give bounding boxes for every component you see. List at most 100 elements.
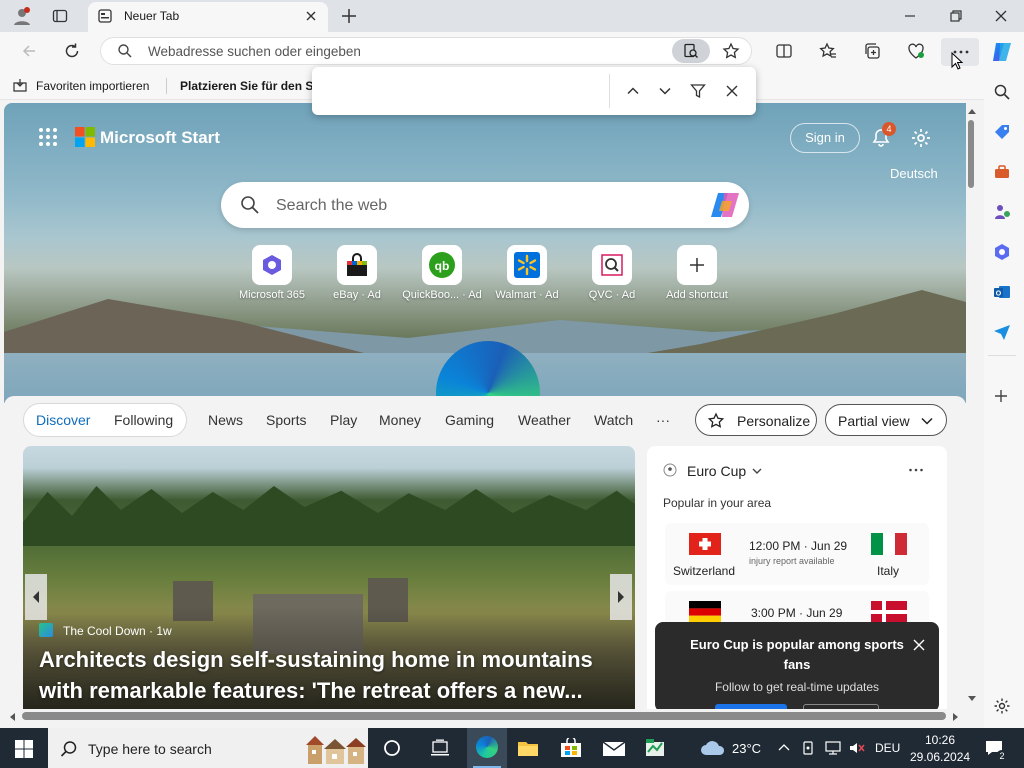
nav-play[interactable]: Play xyxy=(330,412,357,428)
shortcut-microsoft365[interactable] xyxy=(252,245,292,285)
web-search-icon xyxy=(240,195,260,215)
shortcut-label: eBay · Ad xyxy=(333,289,381,301)
cortana-icon[interactable] xyxy=(383,739,401,757)
card-subtitle: Popular in your area xyxy=(663,496,772,510)
import-favorites-icon xyxy=(12,77,28,93)
favorites-icon[interactable] xyxy=(819,42,837,60)
horizontal-scroll-thumb[interactable] xyxy=(22,712,946,720)
carousel-prev-button[interactable] xyxy=(25,574,47,620)
toast-close-icon[interactable] xyxy=(912,638,926,652)
notification-count-badge: 4 xyxy=(882,122,896,136)
network-icon[interactable] xyxy=(824,740,842,756)
card-more-icon[interactable] xyxy=(908,467,924,473)
nav-weather[interactable]: Weather xyxy=(518,412,571,428)
find-input[interactable] xyxy=(322,77,602,105)
profile-icon[interactable] xyxy=(12,6,32,26)
browser-essentials-icon[interactable] xyxy=(907,42,925,60)
windows-start-icon[interactable] xyxy=(15,740,33,758)
vertical-scroll-thumb[interactable] xyxy=(968,120,974,188)
sidebar-microsoft365-icon[interactable] xyxy=(993,243,1011,261)
favorites-import-link[interactable]: Favoriten importieren xyxy=(36,79,149,93)
language-label[interactable]: Deutsch xyxy=(890,166,938,181)
favorites-tip-text[interactable]: Platzieren Sie für den Sc xyxy=(180,79,320,93)
shortcut-ebay[interactable] xyxy=(337,245,377,285)
find-filter-icon[interactable] xyxy=(690,83,706,99)
tab-following[interactable]: Following xyxy=(114,412,173,428)
shortcut-label: Walmart · Ad xyxy=(495,289,559,301)
sidebar-tools-icon[interactable] xyxy=(993,163,1011,181)
close-window-icon[interactable] xyxy=(993,8,1009,24)
volume-muted-icon[interactable] xyxy=(848,740,866,756)
sidebar-settings-icon[interactable] xyxy=(993,697,1011,715)
task-view-icon[interactable] xyxy=(430,739,450,757)
card-title[interactable]: Euro Cup xyxy=(687,463,746,479)
clock-time[interactable]: 10:26 xyxy=(925,733,955,747)
sidebar-drop-icon[interactable] xyxy=(993,323,1011,341)
sidebar-games-icon[interactable] xyxy=(993,203,1011,221)
shortcut-label: QuickBoo... · Ad xyxy=(402,289,482,301)
page-settings-gear-icon[interactable] xyxy=(910,127,932,149)
refresh-icon[interactable] xyxy=(63,42,81,60)
find-close-icon[interactable] xyxy=(725,84,739,98)
taskbar-edge-button[interactable] xyxy=(467,728,507,768)
find-divider xyxy=(609,74,610,108)
sidebar-add-icon[interactable] xyxy=(993,388,1009,404)
file-explorer-icon[interactable] xyxy=(517,738,539,758)
close-tab-icon[interactable] xyxy=(304,9,318,23)
clock-date[interactable]: 29.06.2024 xyxy=(910,750,970,764)
scroll-right-arrow-icon[interactable] xyxy=(952,712,960,722)
match-note: injury report available xyxy=(749,556,835,566)
shortcut-walmart[interactable] xyxy=(507,245,547,285)
spreadsheet-app-icon[interactable] xyxy=(644,738,666,758)
show-hidden-icons-chevron-icon[interactable] xyxy=(778,742,790,754)
input-language[interactable]: DEU xyxy=(875,741,900,755)
find-next-icon[interactable] xyxy=(658,84,672,98)
restore-icon[interactable] xyxy=(948,8,964,24)
shortcut-qvc[interactable] xyxy=(592,245,632,285)
nav-news[interactable]: News xyxy=(208,412,243,428)
copilot-search-icon[interactable] xyxy=(710,191,740,219)
nav-more[interactable]: ··· xyxy=(656,412,670,428)
article-source[interactable]: The Cool Down · 1w xyxy=(63,624,172,638)
mail-icon[interactable] xyxy=(602,740,626,758)
vertical-scrollbar[interactable] xyxy=(966,103,978,709)
tab-actions-icon[interactable] xyxy=(52,8,68,24)
carousel-next-button[interactable] xyxy=(610,574,632,620)
web-search-placeholder: Search the web xyxy=(276,197,388,214)
add-shortcut-button[interactable] xyxy=(677,245,717,285)
scroll-up-arrow-icon[interactable] xyxy=(967,107,977,115)
apps-grid-icon[interactable] xyxy=(38,127,58,147)
copilot-icon[interactable] xyxy=(990,40,1014,64)
find-on-page-button[interactable] xyxy=(672,39,710,63)
card-chevron-down-icon[interactable] xyxy=(751,465,763,477)
meet-now-icon[interactable] xyxy=(801,740,817,756)
sign-in-button[interactable]: Sign in xyxy=(790,123,860,153)
shortcut-quickbooks[interactable]: qb xyxy=(422,245,462,285)
collections-icon[interactable] xyxy=(863,42,881,60)
new-tab-plus-icon[interactable] xyxy=(340,7,358,25)
weather-cloud-icon xyxy=(700,739,726,757)
microsoft-store-icon[interactable] xyxy=(560,738,582,758)
scroll-down-arrow-icon[interactable] xyxy=(967,695,977,703)
nav-watch[interactable]: Watch xyxy=(594,412,633,428)
notification-count: 2 xyxy=(996,750,1008,762)
sidebar-outlook-icon[interactable]: O xyxy=(993,283,1011,301)
article-title[interactable]: Architects design self-sustaining home i… xyxy=(39,644,629,706)
article-treeline xyxy=(23,486,635,546)
nav-sports[interactable]: Sports xyxy=(266,412,306,428)
back-icon[interactable] xyxy=(20,42,38,60)
tab-discover[interactable]: Discover xyxy=(36,412,90,428)
tab-title: Neuer Tab xyxy=(124,9,180,23)
nav-gaming[interactable]: Gaming xyxy=(445,412,494,428)
shortcut-label: QVC · Ad xyxy=(588,289,636,301)
minimize-icon[interactable] xyxy=(902,8,918,24)
split-screen-icon[interactable] xyxy=(775,42,793,60)
sidebar-search-icon[interactable] xyxy=(993,83,1011,101)
sidebar-shopping-icon[interactable] xyxy=(993,123,1011,141)
nav-money[interactable]: Money xyxy=(379,412,421,428)
weather-temperature[interactable]: 23°C xyxy=(732,741,761,756)
scroll-left-arrow-icon[interactable] xyxy=(8,712,16,722)
brand-title[interactable]: Microsoft Start xyxy=(100,128,220,148)
favorite-star-icon[interactable] xyxy=(722,42,740,60)
find-previous-icon[interactable] xyxy=(626,84,640,98)
